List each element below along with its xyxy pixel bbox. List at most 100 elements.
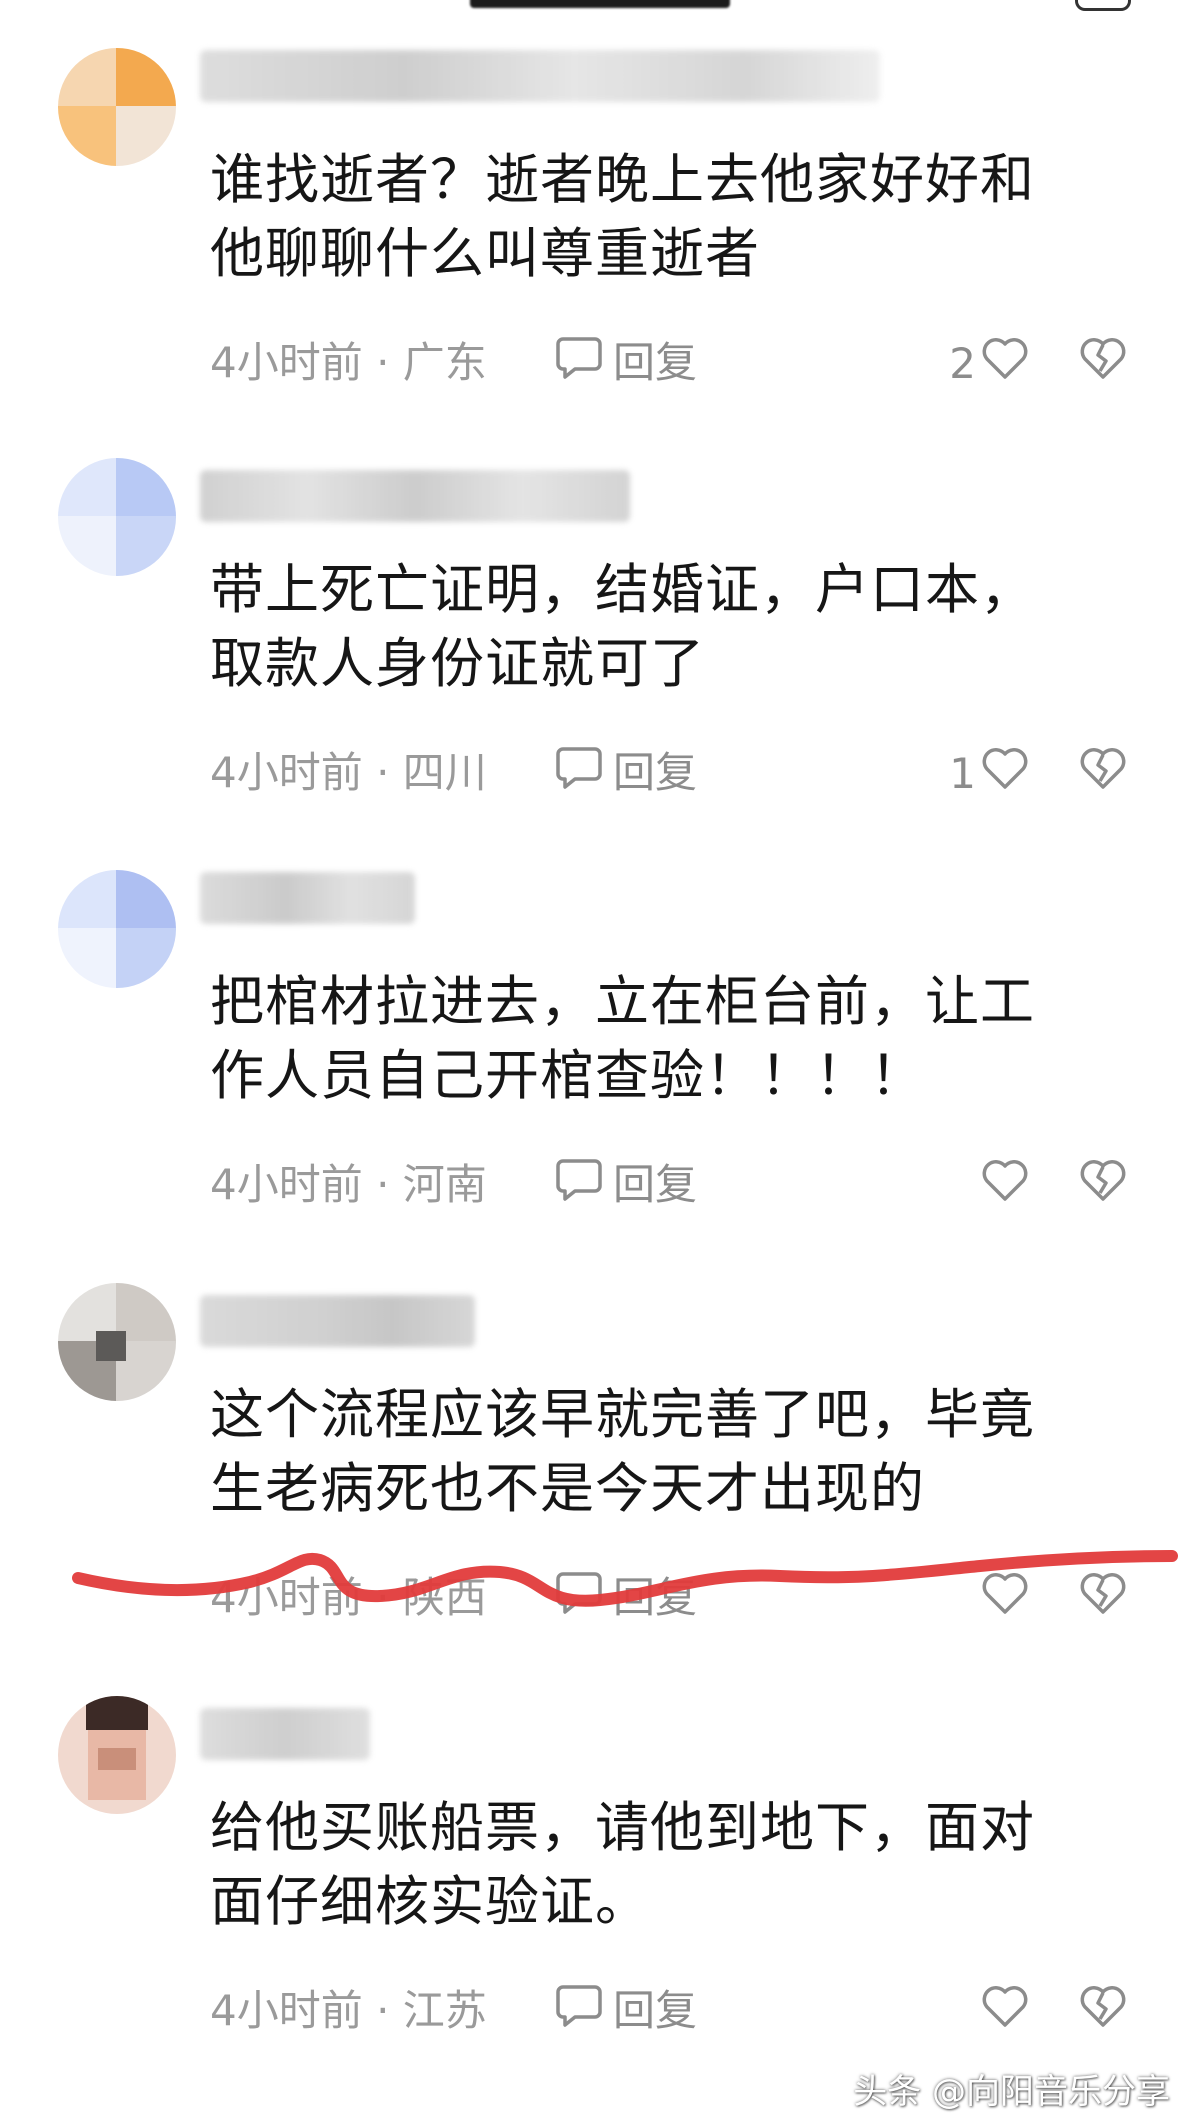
avatar-pixel xyxy=(58,106,118,166)
speech-bubble-icon xyxy=(555,745,603,801)
avatar-pixel xyxy=(116,106,176,166)
avatar-pixel xyxy=(58,928,118,988)
comment-meta: 4小时前 · 四川 回复 1 xyxy=(210,743,1170,803)
time-location: 4小时前 · 四川 xyxy=(210,748,487,797)
like-button[interactable] xyxy=(910,1981,1030,2041)
like-button[interactable]: 2 xyxy=(910,333,1030,393)
heart-outline-icon xyxy=(980,1983,1030,2039)
avatar-pixel xyxy=(86,1696,148,1730)
comment-text-line: 把棺材拉进去，立在柜台前，让工 xyxy=(210,970,1035,1033)
comment-text: 这个流程应该早就完善了吧，毕竟 生老病死也不是今天才出现的 xyxy=(210,1378,1140,1526)
dislike-button[interactable] xyxy=(1078,333,1128,393)
comment-location: 陕西 xyxy=(402,1573,487,1622)
speech-bubble-icon xyxy=(555,335,603,391)
reply-button[interactable]: 回复 xyxy=(555,333,697,393)
username-blurred[interactable] xyxy=(200,1295,475,1347)
avatar[interactable] xyxy=(58,870,176,988)
reply-label: 回复 xyxy=(613,338,698,387)
comment-text-line: 生老病死也不是今天才出现的 xyxy=(210,1457,925,1520)
comment-time: 4小时前 xyxy=(210,748,363,797)
comment-text-line: 谁找逝者？逝者晚上去他家好好和 xyxy=(210,148,1035,211)
comment-meta: 4小时前 · 河南 回复 xyxy=(210,1155,1170,1215)
dislike-button[interactable] xyxy=(1078,1155,1128,1215)
comment-time: 4小时前 xyxy=(210,1160,363,1209)
heart-outline-icon xyxy=(980,335,1030,391)
like-button[interactable] xyxy=(910,1568,1030,1628)
comment-time: 4小时前 xyxy=(210,1986,363,2035)
avatar-pixel xyxy=(116,928,176,988)
avatar-pixel xyxy=(96,1331,126,1361)
avatar-pixel xyxy=(116,48,176,108)
like-button[interactable] xyxy=(910,1155,1030,1215)
avatar[interactable] xyxy=(58,458,176,576)
comment-text-line: 给他买账船票，请他到地下，面对 xyxy=(210,1796,1035,1859)
comment-text-line: 他聊聊什么叫尊重逝者 xyxy=(210,222,760,285)
comment-time: 4小时前 xyxy=(210,338,363,387)
avatar-pixel xyxy=(58,458,118,518)
broken-heart-icon xyxy=(1078,745,1128,801)
reply-label: 回复 xyxy=(613,748,698,797)
comment-text: 把棺材拉进去，立在柜台前，让工 作人员自己开棺查验！！！！ xyxy=(210,965,1140,1113)
comment-text-line: 面仔细核实验证。 xyxy=(210,1870,650,1933)
top-header-fragment xyxy=(0,0,1200,14)
avatar-pixel xyxy=(58,870,118,930)
comment-meta: 4小时前 · 陕西 回复 xyxy=(210,1568,1170,1628)
reply-button[interactable]: 回复 xyxy=(555,1981,697,2041)
like-button[interactable]: 1 xyxy=(910,743,1030,803)
broken-heart-icon xyxy=(1078,1983,1128,2039)
heart-outline-icon xyxy=(980,1570,1030,1626)
time-location: 4小时前 · 河南 xyxy=(210,1160,487,1209)
speech-bubble-icon xyxy=(555,1983,603,2039)
comment-text: 谁找逝者？逝者晚上去他家好好和 他聊聊什么叫尊重逝者 xyxy=(210,143,1140,291)
username-blurred[interactable] xyxy=(200,1708,370,1760)
heart-outline-icon xyxy=(980,745,1030,801)
comment-text-line: 取款人身份证就可了 xyxy=(210,632,705,695)
broken-heart-icon xyxy=(1078,335,1128,391)
comment-meta: 4小时前 · 广东 回复 2 xyxy=(210,333,1170,393)
like-count: 2 xyxy=(949,338,976,388)
speech-bubble-icon xyxy=(555,1570,603,1626)
header-corner-fragment xyxy=(1075,0,1131,11)
comment-text: 给他买账船票，请他到地下，面对 面仔细核实验证。 xyxy=(210,1791,1140,1939)
comment-text-line: 作人员自己开棺查验！！！！ xyxy=(210,1044,925,1107)
reply-label: 回复 xyxy=(613,1573,698,1622)
like-count: 1 xyxy=(949,748,976,798)
comment-location: 四川 xyxy=(402,748,487,797)
reply-label: 回复 xyxy=(613,1160,698,1209)
dislike-button[interactable] xyxy=(1078,1568,1128,1628)
speech-bubble-icon xyxy=(555,1157,603,1213)
dislike-button[interactable] xyxy=(1078,1981,1128,2041)
username-blurred[interactable] xyxy=(200,470,630,522)
comment-time: 4小时前 xyxy=(210,1573,363,1622)
avatar-pixel xyxy=(98,1748,136,1770)
broken-heart-icon xyxy=(1078,1157,1128,1213)
comment-text-line: 带上死亡证明，结婚证，户口本， xyxy=(210,558,1035,621)
dislike-button[interactable] xyxy=(1078,743,1128,803)
time-location: 4小时前 · 江苏 xyxy=(210,1986,487,2035)
comment-location: 广东 xyxy=(402,338,487,387)
watermark: 头条 @向阳音乐分享 xyxy=(853,2072,1170,2112)
comment-text-line: 这个流程应该早就完善了吧，毕竟 xyxy=(210,1383,1035,1446)
heart-outline-icon xyxy=(980,1157,1030,1213)
avatar[interactable] xyxy=(58,1696,176,1814)
reply-label: 回复 xyxy=(613,1986,698,2035)
avatar[interactable] xyxy=(58,48,176,166)
comment-location: 河南 xyxy=(402,1160,487,1209)
reply-button[interactable]: 回复 xyxy=(555,1155,697,1215)
avatar[interactable] xyxy=(58,1283,176,1401)
avatar-pixel xyxy=(116,458,176,518)
reply-button[interactable]: 回复 xyxy=(555,1568,697,1628)
username-blurred[interactable] xyxy=(200,50,880,102)
time-location: 4小时前 · 广东 xyxy=(210,338,487,387)
avatar-pixel xyxy=(58,516,118,576)
comment-meta: 4小时前 · 江苏 回复 xyxy=(210,1981,1170,2041)
header-title-fragment xyxy=(470,0,730,8)
username-blurred[interactable] xyxy=(200,872,415,924)
avatar-pixel xyxy=(58,48,118,108)
avatar-pixel xyxy=(116,516,176,576)
avatar-pixel xyxy=(116,870,176,930)
comment-location: 江苏 xyxy=(402,1986,487,2035)
time-location: 4小时前 · 陕西 xyxy=(210,1573,487,1622)
broken-heart-icon xyxy=(1078,1570,1128,1626)
reply-button[interactable]: 回复 xyxy=(555,743,697,803)
